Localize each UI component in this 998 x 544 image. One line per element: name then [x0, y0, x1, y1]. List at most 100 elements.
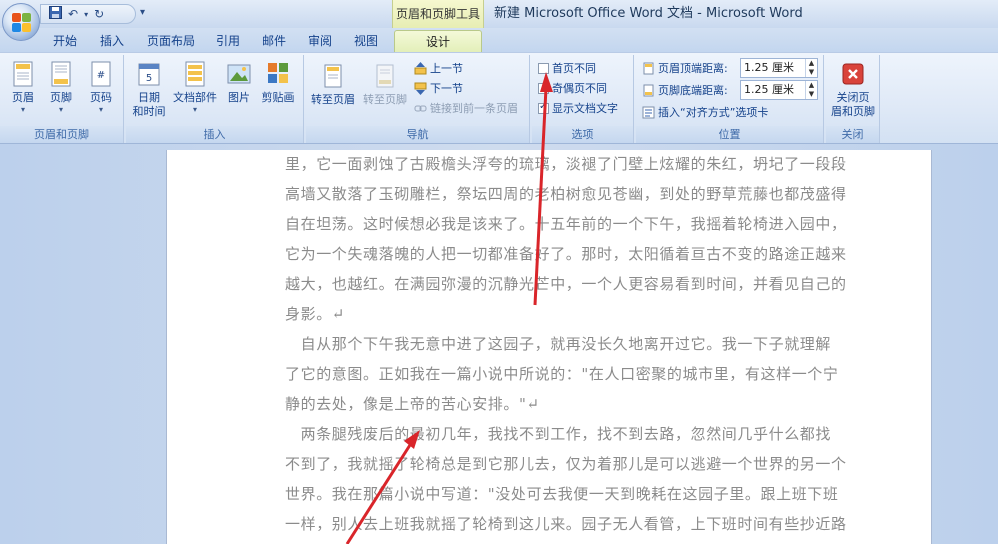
header-top-label: 页眉顶端距离: [658, 62, 728, 75]
prev-section-button[interactable]: 上一节 [414, 59, 463, 77]
save-icon[interactable] [49, 6, 62, 22]
text-line: 不到了，我就摇了轮椅总是到它那儿去，仅为着那儿是可以逃避一个世界的另一个 [285, 455, 847, 473]
calendar-icon: 5 [137, 61, 161, 87]
text-line: 高墙又散落了玉砌雕栏，祭坛四周的老柏树愈见苍幽，到处的野草荒藤也都茂盛得 [285, 185, 847, 203]
close-icon [841, 61, 865, 87]
header-top-distance-row: 页眉顶端距离: [642, 59, 728, 77]
office-button[interactable] [2, 3, 40, 41]
text-line: 它为一个失魂落魄的人把一切都准备好了。那时，太阳循着亘古不变的路途正越来 [285, 245, 847, 263]
date-time-button[interactable]: 5 日期 和时间 [130, 61, 168, 119]
footer-bottom-distance-input[interactable]: 1.25 厘米 ▲ ▼ [740, 80, 818, 100]
footer-button[interactable]: 页脚 ▾ [44, 61, 78, 115]
goto-footer-button[interactable]: 转至页脚 [360, 63, 410, 107]
insert-alignment-tab-button[interactable]: 插入“对齐方式”选项卡 [642, 103, 768, 121]
insert-alignment-tab-label: 插入“对齐方式”选项卡 [658, 106, 769, 119]
group-navigation: 转至页眉 转至页脚 上一节 下一节 链接到前一条页眉 导航 [306, 55, 530, 143]
odd-even-label: 奇偶页不同 [552, 82, 607, 95]
first-page-checkbox-box[interactable] [538, 62, 549, 74]
footer-bottom-value: 1.25 厘米 [744, 83, 794, 96]
group-label-close: 关闭 [826, 126, 879, 143]
page-number-button[interactable]: # 页码 ▾ [84, 61, 118, 115]
undo-dropdown-icon[interactable]: ▾ [84, 10, 88, 19]
redo-icon[interactable]: ↻ [94, 7, 104, 21]
tab-home[interactable]: 开始 [46, 30, 84, 52]
text-line: 自在坦荡。这时候想必我是该来了。十五年前的一个下午，我摇着轮椅进入园中， [285, 215, 847, 233]
quick-access-toolbar: ↶ ▾ ↻ [40, 4, 136, 24]
close-header-footer-button[interactable]: 关闭页 眉和页脚 [828, 61, 878, 119]
chevron-down-icon: ▾ [98, 105, 103, 114]
window-title: 新建 Microsoft Office Word 文档 - Microsoft … [494, 6, 803, 21]
text-line: 两条腿残废后的最初几年，我找不到工作，找不到去路，忽然间几乎什么都找 [285, 425, 832, 443]
svg-text:#: # [97, 70, 105, 81]
page-number-icon: # [89, 61, 113, 87]
header-label: 页眉 [12, 91, 34, 104]
group-options: 首页不同 奇偶页不同 显示文档文字 选项 [532, 55, 634, 143]
header-button[interactable]: 页眉 ▾ [6, 61, 40, 115]
picture-button[interactable]: 图片 [224, 61, 254, 105]
clipart-button[interactable]: 剪贴画 [258, 61, 298, 105]
tab-references[interactable]: 引用 [210, 30, 246, 52]
text-line: 里，它一面剥蚀了古殿檐头浮夸的琉璃，淡褪了门壁上炫耀的朱红，坍圮了一段段 [285, 155, 847, 173]
customize-qat-icon[interactable]: ▾ [140, 7, 145, 18]
header-top-distance-input[interactable]: 1.25 厘米 ▲ ▼ [740, 58, 818, 78]
next-section-button[interactable]: 下一节 [414, 79, 463, 97]
next-section-icon [414, 82, 427, 95]
link-to-previous-button[interactable]: 链接到前一条页眉 [414, 99, 518, 117]
office-logo-icon [12, 13, 32, 33]
footer-bottom-distance-row: 页脚底端距离: [642, 81, 728, 99]
date-label-line2: 和时间 [132, 105, 166, 118]
doc-parts-button[interactable]: 文档部件 ▾ [170, 61, 220, 115]
picture-icon [227, 61, 251, 87]
undo-icon[interactable]: ↶ [68, 7, 78, 21]
footer-icon [49, 61, 73, 87]
document-page[interactable]: 里，它一面剥蚀了古殿檐头浮夸的琉璃，淡褪了门壁上炫耀的朱红，坍圮了一段段 高墙又… [166, 150, 932, 544]
goto-header-button[interactable]: 转至页眉 [308, 63, 358, 107]
ribbon: 页眉 ▾ 页脚 ▾ # 页码 ▾ 页眉和页脚 5 日期 和时间 文档部件 ▾ 图… [0, 52, 998, 144]
doc-parts-icon [183, 61, 207, 87]
doc-parts-label: 文档部件 [173, 91, 217, 104]
link-to-previous-label: 链接到前一条页眉 [430, 102, 518, 115]
spin-updown-icon[interactable]: ▲ ▼ [805, 59, 817, 77]
text-line: 静的去处，像是上帝的苦心安排。"↵ [285, 395, 540, 413]
group-label-options: 选项 [532, 126, 633, 143]
goto-footer-label: 转至页脚 [363, 93, 407, 106]
text-line: 世界。我在那篇小说中写道："没处可去我便一天到晚耗在这园子里。跟上班下班 [285, 485, 839, 503]
odd-even-checkbox-box[interactable] [538, 82, 549, 94]
group-label-navigation: 导航 [306, 126, 529, 143]
tab-view[interactable]: 视图 [348, 30, 384, 52]
chevron-down-icon: ▾ [192, 105, 197, 114]
text-line: 自从那个下午我无意中进了这园子，就再没长久地离开过它。我一下子就理解 [285, 335, 832, 353]
first-page-different-checkbox[interactable]: 首页不同 [538, 59, 596, 77]
group-label-insert: 插入 [126, 126, 303, 143]
close-label-line1: 关闭页 [836, 91, 870, 104]
show-text-checkbox-box[interactable] [538, 101, 549, 114]
text-line: 越大，也越红。在满园弥漫的沉静光芒中，一个人更容易看到时间，并看见自己的 [285, 275, 847, 293]
group-position: 页眉顶端距离: 1.25 厘米 ▲ ▼ 页脚底端距离: 1.25 厘米 ▲ ▼ 插入… [636, 55, 824, 143]
odd-even-different-checkbox[interactable]: 奇偶页不同 [538, 79, 607, 97]
footer-bottom-label: 页脚底端距离: [658, 84, 728, 97]
link-icon [414, 102, 427, 115]
tab-design[interactable]: 设计 [394, 30, 482, 52]
text-line: 一样，别人去上班我就摇了轮椅到这儿来。园子无人看管，上下班时间有些抄近路 [285, 515, 847, 533]
group-label-header-footer: 页眉和页脚 [0, 126, 123, 143]
clipart-label: 剪贴画 [261, 91, 295, 104]
ribbon-tabs: 开始 插入 页面布局 引用 邮件 审阅 视图 设计 [0, 28, 998, 52]
spin-updown-icon[interactable]: ▲ ▼ [805, 81, 817, 99]
tab-mailings[interactable]: 邮件 [256, 30, 292, 52]
goto-footer-icon [373, 63, 397, 89]
tab-insert[interactable]: 插入 [92, 30, 132, 52]
prev-section-icon [414, 61, 427, 75]
svg-text:5: 5 [146, 73, 152, 84]
date-label-line1: 日期 [138, 91, 160, 104]
show-document-text-checkbox[interactable]: 显示文档文字 [538, 99, 618, 117]
title-bar: ↶ ▾ ↻ ▾ 页眉和页脚工具 新建 Microsoft Office Word… [0, 0, 998, 41]
header-position-icon [642, 62, 655, 75]
next-section-label: 下一节 [430, 82, 463, 95]
footer-position-icon [642, 84, 655, 97]
tab-page-layout[interactable]: 页面布局 [140, 30, 202, 52]
group-insert: 5 日期 和时间 文档部件 ▾ 图片 剪贴画 插入 [126, 55, 304, 143]
text-line: 身影。↵ [285, 305, 345, 323]
show-text-label: 显示文档文字 [552, 102, 618, 115]
goto-header-icon [321, 63, 345, 89]
tab-review[interactable]: 审阅 [302, 30, 338, 52]
